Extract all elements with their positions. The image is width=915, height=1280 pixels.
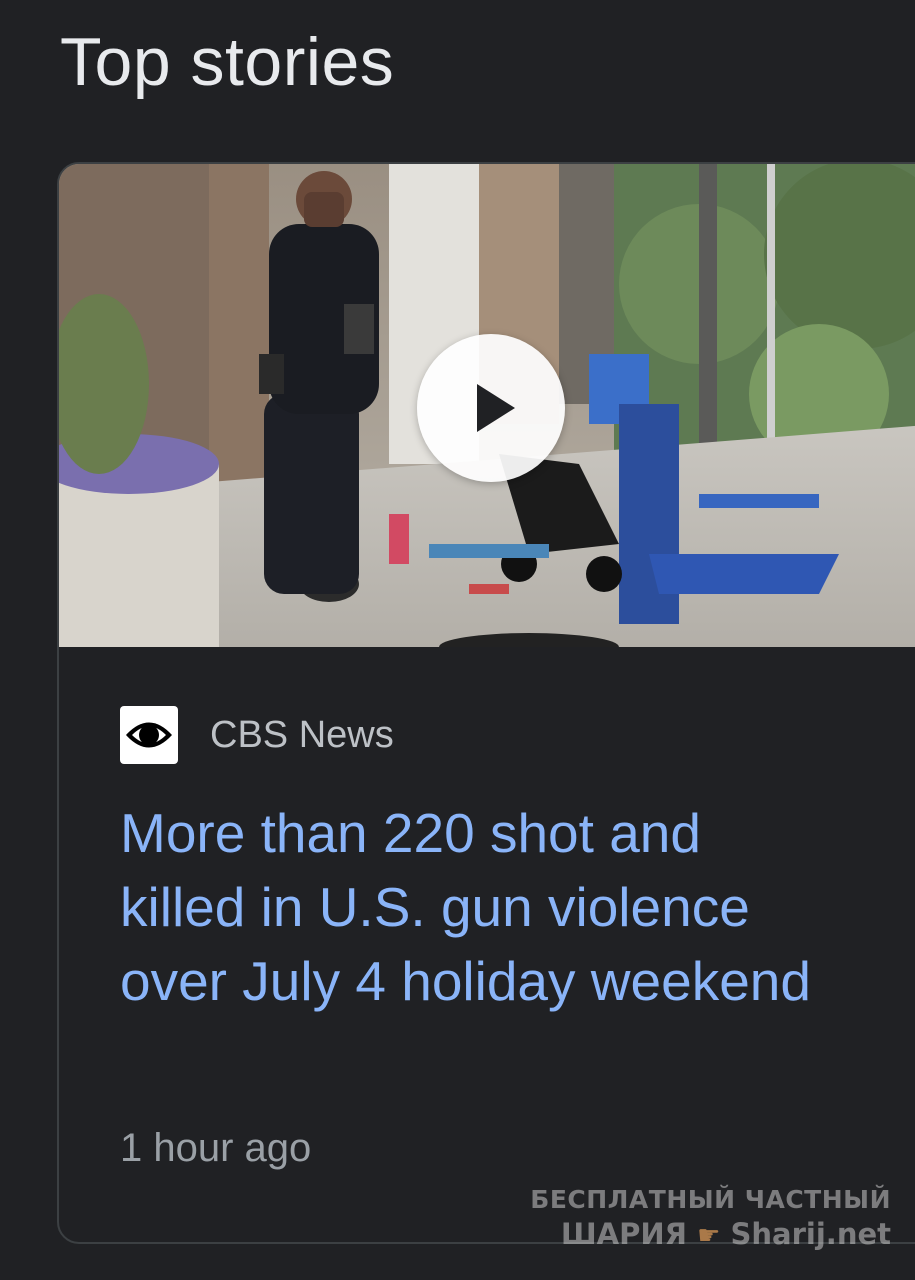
- play-icon: [477, 384, 515, 432]
- source-name: CBS News: [210, 713, 394, 756]
- story-source: CBS News: [120, 706, 394, 764]
- story-video-thumbnail[interactable]: [59, 164, 915, 647]
- pointing-hand-icon: ☛: [697, 1220, 721, 1251]
- story-headline-link[interactable]: More than 220 shot and killed in U.S. gu…: [120, 796, 840, 1018]
- top-story-card[interactable]: CBS News More than 220 shot and killed i…: [57, 162, 915, 1244]
- watermark-line1: БЕСПЛАТНЫЙ ЧАСТНЫЙ: [530, 1185, 891, 1215]
- watermark-line2-right: Sharij.net: [730, 1216, 891, 1251]
- cbs-eye-icon: [120, 706, 178, 764]
- story-timestamp: 1 hour ago: [120, 1126, 312, 1170]
- watermark: БЕСПЛАТНЫЙ ЧАСТНЫЙ ШАРИЯ ☛ Sharij.net: [530, 1184, 891, 1252]
- watermark-line2: ШАРИЯ ☛ Sharij.net: [530, 1216, 891, 1253]
- play-button[interactable]: [417, 334, 565, 482]
- watermark-line2-left: ШАРИЯ: [560, 1216, 687, 1251]
- section-title: Top stories: [60, 24, 395, 100]
